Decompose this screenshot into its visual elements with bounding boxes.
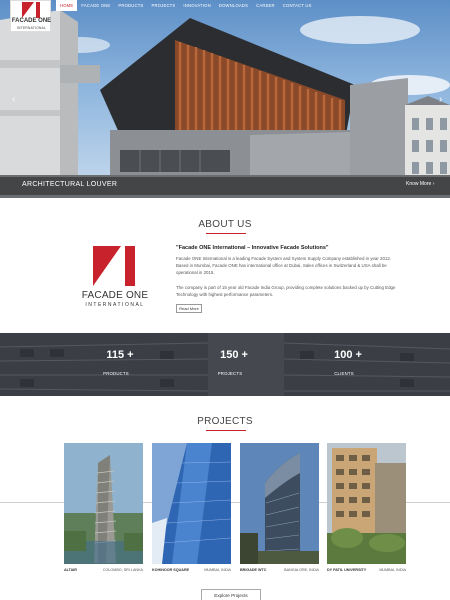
projects-title-underline: [206, 430, 246, 431]
project-name-brigade-wtc: BRIGADE WTC: [240, 568, 267, 572]
nav-career[interactable]: CAREER: [252, 0, 279, 11]
logo-name: FACADE ONE: [11, 18, 52, 24]
explore-projects-button[interactable]: Explore Projects: [201, 589, 261, 600]
project-location-brigade-wtc: BANGALORE, INDIA: [284, 568, 319, 572]
project-image-dy-patil-university: [327, 443, 406, 564]
project-image-brigade-wtc: [240, 443, 319, 564]
project-card-altair[interactable]: [64, 443, 143, 564]
nav-projects[interactable]: PROJECTS: [147, 0, 179, 11]
project-name-dy-patil-university: DY PATIL UNIVERSITY: [327, 568, 367, 572]
hero-building-image: [0, 10, 450, 198]
about-paragraph-1: Facade ONE International is a leading Fa…: [176, 256, 392, 275]
logo-mark-icon: [22, 2, 40, 18]
project-image-kohinoor-square: [152, 443, 231, 564]
nav-innovation[interactable]: INNOVATION: [179, 0, 214, 11]
about-paragraph-2: The company is part of 15 year old Facad…: [176, 285, 396, 297]
project-location-altair: COLOMBO, SRI LANKA: [102, 568, 143, 572]
project-name-altair: ALTAIR: [64, 568, 77, 572]
know-more-link[interactable]: Know More ›: [406, 181, 434, 187]
about-heading: "Facade ONE International – Innovative F…: [176, 245, 329, 251]
stat-clients-value: 100 +: [334, 349, 362, 361]
nav-home[interactable]: HOME: [56, 0, 78, 11]
project-image-altair: [64, 443, 143, 564]
nav-downloads[interactable]: DOWNLOADS: [215, 0, 252, 11]
chevron-right-icon[interactable]: ›: [439, 94, 442, 105]
project-location-kohinoor-square: MUMBAI, INDIA: [204, 568, 231, 572]
stat-projects-label: PROJECTS: [217, 371, 243, 376]
about-logo: FACADE ONE INTERNATIONAL: [80, 246, 150, 312]
logo-mark-icon: [93, 246, 135, 286]
stats-band: [0, 333, 450, 396]
stat-products-value: 115 +: [106, 349, 134, 361]
chevron-right-icon: ›: [432, 181, 435, 187]
site-logo[interactable]: FACADE ONE INTERNATIONAL: [10, 0, 51, 32]
hero-slider[interactable]: HOME FACADE ONE PRODUCTS PROJECTS INNOVA…: [0, 0, 450, 198]
stat-clients-label: CLIENTS: [334, 371, 354, 376]
project-card-kohinoor-square[interactable]: [152, 443, 231, 564]
about-section-title: ABOUT US: [198, 219, 252, 230]
stats-background-image: [0, 333, 450, 396]
stat-projects-value: 150 +: [220, 349, 248, 361]
about-title-underline: [206, 233, 246, 234]
nav-contact-us[interactable]: CONTACT US: [279, 0, 316, 11]
nav-products[interactable]: PRODUCTS: [114, 0, 147, 11]
projects-section-title: PROJECTS: [197, 416, 253, 427]
chevron-left-icon[interactable]: ‹: [12, 94, 15, 105]
know-more-label: Know More: [406, 181, 432, 187]
hero-caption: ARCHITECTURAL LOUVER: [22, 181, 118, 188]
stat-products-label: PRODUCTS: [103, 371, 129, 376]
project-card-dy-patil-university[interactable]: [327, 443, 406, 564]
project-location-dy-patil-university: MUMBAI, INDIA: [379, 568, 406, 572]
about-logo-sub: INTERNATIONAL: [85, 302, 145, 308]
nav-facade-one[interactable]: FACADE ONE: [77, 0, 114, 11]
logo-sub: INTERNATIONAL: [16, 26, 47, 30]
main-navigation: HOME FACADE ONE PRODUCTS PROJECTS INNOVA…: [56, 0, 316, 11]
project-card-brigade-wtc[interactable]: [240, 443, 319, 564]
about-logo-name: FACADE ONE: [81, 290, 149, 301]
read-more-button[interactable]: Read More: [176, 304, 202, 313]
project-name-kohinoor-square: KOHINOOR SQUARE: [152, 568, 190, 572]
